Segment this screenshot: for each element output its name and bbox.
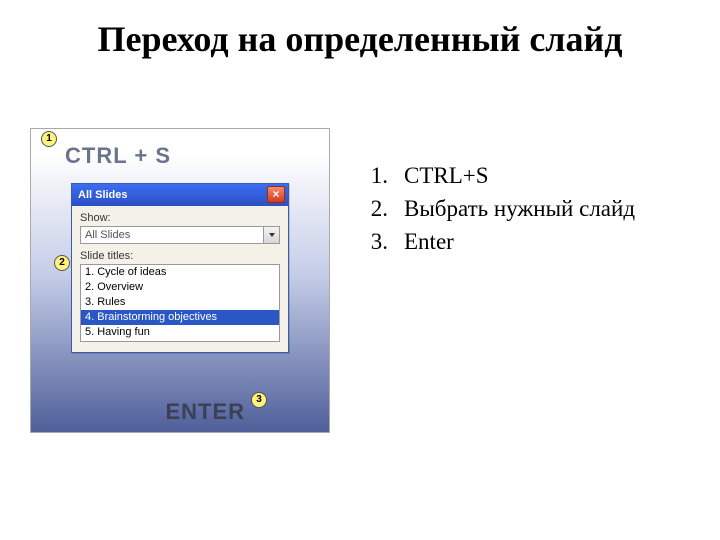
close-icon: × [272, 187, 279, 201]
step-text: CTRL+S [404, 162, 690, 191]
step-marker-2: 2 [54, 255, 70, 271]
steps-list: 1. CTRL+S 2. Выбрать нужный слайд 3. Ent… [360, 162, 690, 260]
show-dropdown[interactable]: All Slides [80, 226, 280, 244]
page-title: Переход на определенный слайд [0, 18, 720, 60]
step-marker-3: 3 [251, 392, 267, 408]
close-button[interactable]: × [267, 186, 285, 203]
show-label: Show: [80, 212, 280, 224]
ctrl-plus-s-label: CTRL + S [65, 143, 171, 169]
show-dropdown-value: All Slides [85, 229, 130, 241]
step-row: 3. Enter [360, 228, 690, 257]
step-number: 2. [360, 195, 404, 224]
step-text: Выбрать нужный слайд [404, 195, 690, 224]
illustration-panel: CTRL + S 1 2 3 All Slides × Show: All Sl… [30, 128, 330, 433]
enter-label: ENTER [165, 399, 245, 425]
slide-titles-label: Slide titles: [80, 250, 280, 262]
chevron-down-icon [269, 233, 275, 237]
list-item[interactable]: 2. Overview [81, 280, 279, 295]
all-slides-dialog: All Slides × Show: All Slides Slide titl… [71, 183, 289, 353]
step-row: 1. CTRL+S [360, 162, 690, 191]
dialog-body: Show: All Slides Slide titles: 1. Cycle … [72, 206, 288, 352]
step-marker-1: 1 [41, 131, 57, 147]
step-number: 1. [360, 162, 404, 191]
dialog-title-text: All Slides [78, 189, 128, 201]
dialog-titlebar: All Slides × [72, 184, 288, 206]
list-item-selected[interactable]: 4. Brainstorming objectives [81, 310, 279, 325]
step-number: 3. [360, 228, 404, 257]
slide-titles-list[interactable]: 1. Cycle of ideas 2. Overview 3. Rules 4… [80, 264, 280, 342]
step-text: Enter [404, 228, 690, 257]
list-item[interactable]: 3. Rules [81, 295, 279, 310]
list-item[interactable]: 5. Having fun [81, 325, 279, 340]
step-row: 2. Выбрать нужный слайд [360, 195, 690, 224]
list-item[interactable]: 1. Cycle of ideas [81, 265, 279, 280]
